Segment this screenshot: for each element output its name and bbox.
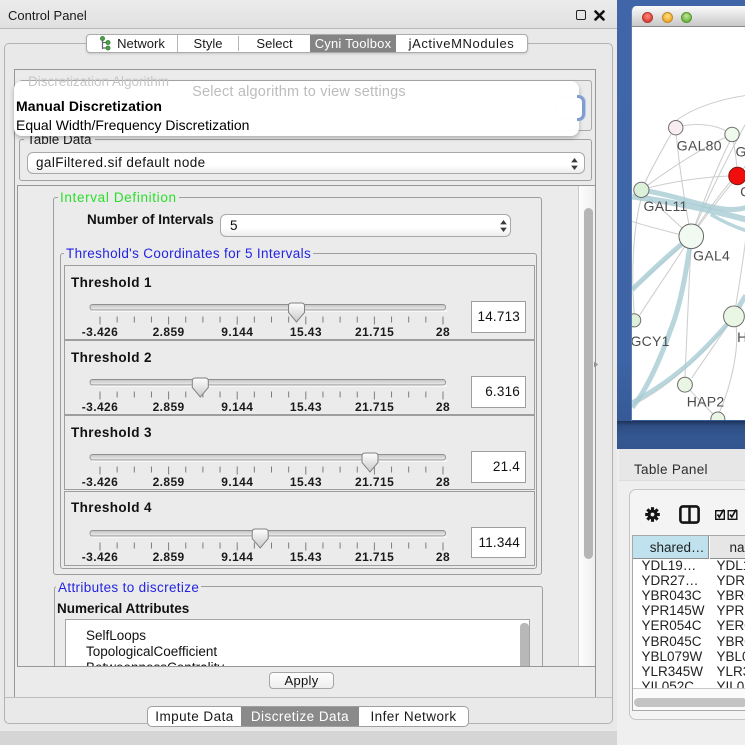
svg-text:GA: GA (736, 144, 745, 160)
svg-text:HAP2: HAP2 (687, 394, 725, 410)
svg-text:GCY1: GCY1 (632, 333, 670, 349)
svg-text:GAL80: GAL80 (677, 138, 722, 154)
svg-text:GAL4: GAL4 (693, 248, 730, 264)
svg-text:H: H (737, 329, 745, 345)
svg-text:C: C (740, 184, 745, 200)
svg-text:GAL11: GAL11 (644, 198, 688, 214)
